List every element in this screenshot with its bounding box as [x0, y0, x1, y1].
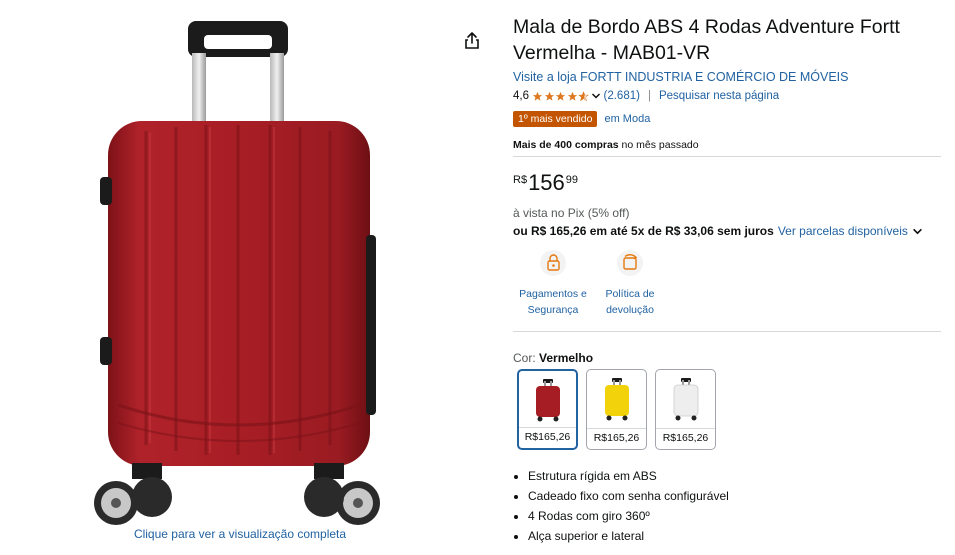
swatch-price: R$165,26	[587, 428, 646, 449]
feature-payments[interactable]: Pagamentos e Segurança	[513, 249, 593, 318]
color-label-prefix: Cor:	[513, 351, 536, 365]
chevron-down-icon[interactable]	[591, 91, 601, 101]
separator: |	[647, 90, 651, 102]
color-selected: Vermelho	[539, 351, 594, 365]
search-page-link[interactable]: Pesquisar nesta página	[659, 90, 779, 102]
swatch-branco[interactable]: R$165,26	[655, 369, 716, 450]
bullet-item: Cadeado fixo com senha configurável	[528, 486, 729, 506]
price: R$ 156 99	[513, 170, 578, 196]
rating-count-link[interactable]: (2.681)	[604, 90, 640, 102]
color-label: Cor: Vermelho	[513, 351, 593, 365]
divider	[513, 156, 941, 157]
feature-bullets: Estrutura rígida em ABS Cadeado fixo com…	[513, 466, 729, 546]
swatch-amarelo[interactable]: R$165,26	[586, 369, 647, 450]
installments-link[interactable]: Ver parcelas disponíveis	[778, 224, 908, 238]
star-full-icon	[555, 91, 566, 101]
swatch-image	[673, 378, 698, 421]
feature-returns-label: Política de devolução	[605, 288, 655, 316]
star-full-icon	[544, 91, 554, 101]
rating-value: 4,6	[513, 90, 529, 102]
installments-row: ou R$ 165,26 em até 5x de R$ 33,06 sem j…	[513, 224, 923, 238]
price-currency: R$	[513, 174, 528, 186]
installments-text: ou R$ 165,26 em até 5x de R$ 33,06 sem j…	[513, 224, 774, 238]
store-link[interactable]: Visite a loja FORTT INDUSTRIA E COMÉRCIO…	[513, 70, 849, 84]
price-fraction: 99	[565, 174, 579, 186]
payment-lock-icon	[540, 250, 566, 276]
purchases-text: Mais de 400 compras no mês passado	[513, 139, 699, 151]
rating-stars[interactable]	[532, 90, 590, 102]
purchases-count: Mais de 400 compras	[513, 139, 619, 151]
swatch-image	[604, 378, 629, 421]
star-half-icon	[578, 90, 589, 101]
star-full-icon	[532, 91, 543, 101]
bullet-item: Estrutura rígida em ABS	[528, 466, 729, 486]
pix-price-text: à vista no Pix (5% off)	[513, 206, 630, 220]
bestseller-row: 1º mais vendido em Moda	[513, 111, 650, 127]
bullet-item: Alça superior e lateral	[528, 526, 729, 546]
image-block: Clique para ver a visualização completa	[0, 0, 490, 555]
return-policy-icon	[617, 250, 643, 276]
star-full-icon	[567, 91, 577, 101]
bestseller-category-link[interactable]: em Moda	[604, 113, 650, 125]
product-image[interactable]	[88, 15, 388, 530]
swatch-image	[535, 379, 560, 422]
bullet-item: 4 Rodas com giro 360º	[528, 506, 729, 526]
swatch-vermelho[interactable]: R$165,26	[517, 369, 578, 450]
share-icon[interactable]	[462, 30, 482, 50]
swatch-price: R$165,26	[519, 427, 576, 448]
swatch-price: R$165,26	[656, 428, 715, 449]
feature-payments-label: Pagamentos e Segurança	[519, 288, 587, 316]
rating-row: 4,6 (2.681) | Pesquisar nesta página	[513, 90, 779, 102]
image-caption-link[interactable]: Clique para ver a visualização completa	[0, 527, 480, 541]
purchases-period: no mês passado	[618, 139, 699, 151]
product-title: Mala de Bordo ABS 4 Rodas Adventure Fort…	[513, 16, 900, 64]
bestseller-badge[interactable]: 1º mais vendido	[513, 111, 598, 127]
feature-returns[interactable]: Política de devolução	[590, 249, 670, 318]
price-whole: 156	[528, 170, 565, 195]
divider	[513, 331, 941, 332]
chevron-down-icon[interactable]	[912, 226, 923, 237]
